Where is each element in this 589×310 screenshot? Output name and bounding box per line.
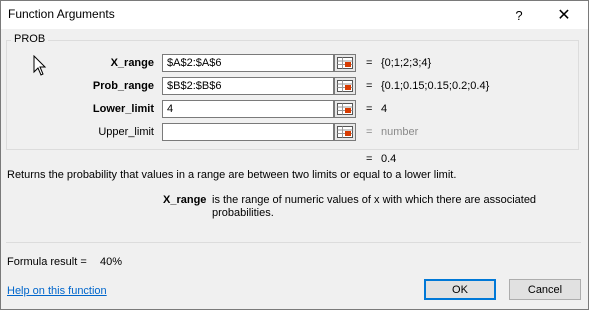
result-equals: = <box>366 153 373 165</box>
close-button[interactable]: ✕ <box>542 1 586 29</box>
range-select-icon <box>337 126 353 138</box>
x-range-label: X_range <box>110 57 154 69</box>
cancel-button[interactable]: Cancel <box>509 279 581 300</box>
x-range-input[interactable]: $A$2:$A$6 <box>162 54 334 72</box>
upper-limit-label: Upper_limit <box>98 126 154 138</box>
range-select-icon <box>337 57 353 69</box>
prob-range-input[interactable]: $B$2:$B$6 <box>162 77 334 95</box>
lower-limit-ref-button[interactable] <box>334 100 356 118</box>
lower-limit-label: Lower_limit <box>92 103 154 115</box>
range-select-icon <box>337 103 353 115</box>
upper-limit-ref-button[interactable] <box>334 123 356 141</box>
x-range-value: {0;1;2;3;4} <box>381 57 432 69</box>
lower-limit-input[interactable]: 4 <box>162 100 334 118</box>
help-link[interactable]: Help on this function <box>7 285 107 297</box>
range-select-icon <box>337 80 353 92</box>
ok-button[interactable]: OK <box>424 279 496 300</box>
title-bar: Function Arguments ? ✕ <box>1 1 588 29</box>
upper-limit-input[interactable] <box>162 123 334 141</box>
result-value: 0.4 <box>381 153 397 165</box>
formula-result-value: 40% <box>100 256 123 268</box>
function-description: Returns the probability that values in a… <box>7 169 457 181</box>
x-range-equals: = <box>366 57 373 69</box>
formula-result-label: Formula result = <box>7 256 87 268</box>
prob-range-value: {0.1;0.15;0.15;0.2;0.4} <box>381 80 490 92</box>
upper-limit-value: number <box>381 126 419 138</box>
lower-limit-equals: = <box>366 103 373 115</box>
argument-help-name: X_range <box>163 194 207 206</box>
x-range-ref-button[interactable] <box>334 54 356 72</box>
upper-limit-equals: = <box>366 126 373 138</box>
prob-range-equals: = <box>366 80 373 92</box>
divider <box>6 242 581 243</box>
function-name: PROB <box>11 33 49 45</box>
prob-range-label: Prob_range <box>92 80 154 92</box>
prob-range-ref-button[interactable] <box>334 77 356 95</box>
dialog-title: Function Arguments <box>8 7 115 21</box>
lower-limit-value: 4 <box>381 103 388 115</box>
argument-help-text: is the range of numeric values of x with… <box>212 194 537 219</box>
help-button[interactable]: ? <box>497 1 541 29</box>
